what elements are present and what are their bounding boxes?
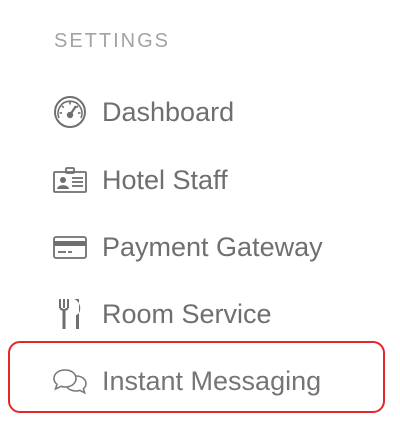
sidebar-item-label: Payment Gateway (102, 231, 323, 262)
id-card-icon (52, 162, 88, 198)
sidebar-item-dashboard[interactable]: Dashboard (52, 92, 234, 132)
sidebar-item-label: Instant Messaging (102, 365, 322, 396)
fork-knife-icon (52, 296, 88, 332)
sidebar-item-payment-gateway[interactable]: Payment Gateway (52, 227, 323, 267)
dashboard-gauge-icon (52, 94, 88, 130)
sidebar-item-label: Hotel Staff (102, 164, 228, 195)
sidebar-item-label: Dashboard (102, 96, 235, 127)
settings-sidebar: SETTINGS Dashboard Hotel Staff Payment G… (0, 0, 400, 426)
credit-card-icon (52, 229, 88, 265)
sidebar-item-room-service[interactable]: Room Service (52, 294, 272, 334)
section-title: SETTINGS (54, 30, 171, 52)
sidebar-item-instant-messaging[interactable]: Instant Messaging (52, 361, 321, 401)
sidebar-item-label: Room Service (102, 298, 272, 329)
sidebar-item-hotel-staff[interactable]: Hotel Staff (52, 160, 228, 200)
chat-bubbles-icon (52, 363, 88, 399)
